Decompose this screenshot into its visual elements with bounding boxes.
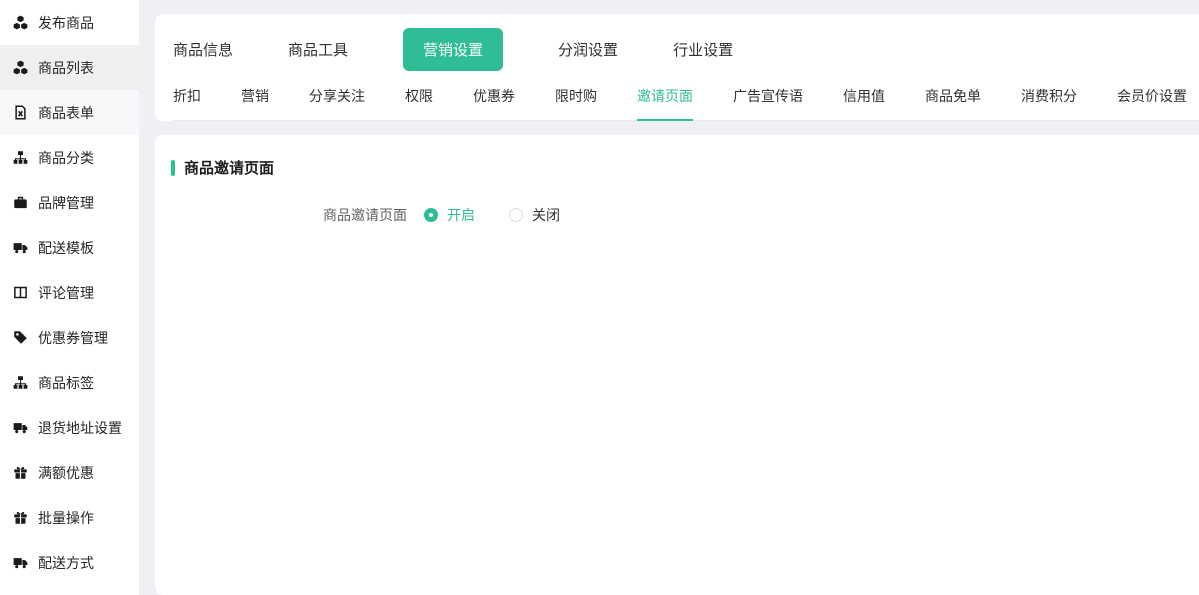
columns-icon bbox=[13, 285, 28, 300]
sidebar-item-label: 品牌管理 bbox=[38, 193, 94, 213]
file-excel-icon bbox=[13, 105, 28, 120]
primary-tab[interactable]: 商品信息 bbox=[173, 27, 233, 72]
secondary-tab[interactable]: 消费积分 bbox=[1021, 80, 1077, 121]
gift-icon bbox=[13, 510, 28, 525]
section-header: 商品邀请页面 bbox=[171, 157, 1199, 178]
main-area: 商品信息 商品工具 营销设置 分润设置 行业设置 折扣 营销 分享关注 权限 优… bbox=[155, 0, 1199, 595]
sidebar-item-label: 商品标签 bbox=[38, 373, 94, 393]
primary-tab[interactable]: 营销设置 bbox=[403, 28, 503, 71]
secondary-tab[interactable]: 邀请页面 bbox=[637, 80, 693, 121]
tabs-panel: 商品信息 商品工具 营销设置 分润设置 行业设置 折扣 营销 分享关注 权限 优… bbox=[155, 14, 1199, 121]
invite-page-form-row: 商品邀请页面 开启 关闭 bbox=[171, 205, 1199, 225]
truck-icon bbox=[13, 555, 28, 570]
secondary-tab[interactable]: 商品免单 bbox=[925, 80, 981, 121]
secondary-tab[interactable]: 权限 bbox=[405, 80, 433, 121]
sidebar-item-label: 配送模板 bbox=[38, 238, 94, 258]
section-title: 商品邀请页面 bbox=[184, 157, 274, 178]
secondary-tab[interactable]: 折扣 bbox=[173, 80, 201, 121]
sidebar-item[interactable]: 批量操作 bbox=[0, 495, 139, 540]
secondary-tab[interactable]: 限时购 bbox=[555, 80, 597, 121]
secondary-tab[interactable]: 优惠券 bbox=[473, 80, 515, 121]
sidebar-item[interactable]: 商品标签 bbox=[0, 360, 139, 405]
primary-tab[interactable]: 分润设置 bbox=[558, 27, 618, 72]
secondary-tab[interactable]: 会员价设置 bbox=[1117, 80, 1187, 121]
sidebar-item-label: 商品列表 bbox=[38, 58, 94, 78]
gift-icon bbox=[13, 465, 28, 480]
content-panel: 商品邀请页面 商品邀请页面 开启 关闭 bbox=[155, 135, 1199, 595]
primary-tab-bar: 商品信息 商品工具 营销设置 分润设置 行业设置 bbox=[173, 27, 1199, 72]
sidebar-item[interactable]: 商品分类 bbox=[0, 135, 139, 180]
sidebar-item[interactable]: 商品表单 bbox=[0, 90, 139, 135]
invite-page-form-label: 商品邀请页面 bbox=[171, 205, 407, 225]
secondary-tab[interactable]: 分享关注 bbox=[309, 80, 365, 121]
sidebar-item-label: 满额优惠 bbox=[38, 463, 94, 483]
primary-tab[interactable]: 行业设置 bbox=[673, 27, 733, 72]
sidebar-item[interactable]: 配送方式 bbox=[0, 540, 139, 585]
sidebar-item[interactable]: 配送模板 bbox=[0, 225, 139, 270]
radio-circle-icon bbox=[424, 208, 438, 222]
truck-icon bbox=[13, 420, 28, 435]
sidebar-item-label: 商品分类 bbox=[38, 148, 94, 168]
tag-icon bbox=[13, 330, 28, 345]
secondary-tab[interactable]: 广告宣传语 bbox=[733, 80, 803, 121]
sidebar-item[interactable]: 评论管理 bbox=[0, 270, 139, 315]
sitemap-icon bbox=[13, 150, 28, 165]
section-accent-bar bbox=[171, 160, 175, 176]
truck-icon bbox=[13, 240, 28, 255]
cubes-icon bbox=[13, 60, 28, 75]
briefcase-icon bbox=[13, 195, 28, 210]
sidebar-item-label: 配送方式 bbox=[38, 553, 94, 573]
radio-option-label: 关闭 bbox=[532, 205, 560, 225]
cubes-icon bbox=[13, 15, 28, 30]
sidebar-item-label: 退货地址设置 bbox=[38, 418, 122, 438]
sidebar-item[interactable]: 商品列表 bbox=[0, 45, 139, 90]
secondary-tab[interactable]: 信用值 bbox=[843, 80, 885, 121]
sidebar-item-label: 批量操作 bbox=[38, 508, 94, 528]
sidebar-item-label: 商品表单 bbox=[38, 103, 94, 123]
radio-circle-icon bbox=[509, 208, 523, 222]
secondary-tab-bar: 折扣 营销 分享关注 权限 优惠券 限时购 邀请页面 广告宣传语 信用值 商品免… bbox=[173, 80, 1199, 121]
sidebar-item[interactable]: 品牌管理 bbox=[0, 180, 139, 225]
sitemap-icon bbox=[13, 375, 28, 390]
radio-option-label: 开启 bbox=[447, 205, 475, 225]
sidebar-item-label: 优惠券管理 bbox=[38, 328, 108, 348]
radio-option[interactable]: 开启 bbox=[424, 205, 475, 225]
secondary-tab[interactable]: 营销 bbox=[241, 80, 269, 121]
sidebar-item[interactable]: 优惠券管理 bbox=[0, 315, 139, 360]
radio-option[interactable]: 关闭 bbox=[509, 205, 560, 225]
sidebar-item[interactable]: 发布商品 bbox=[0, 0, 139, 45]
sidebar-item[interactable]: 退货地址设置 bbox=[0, 405, 139, 450]
sidebar: 发布商品 商品列表 商品表单 商品分类 品牌管理 配送模板 评论管理 bbox=[0, 0, 139, 595]
invite-page-radio-group: 开启 关闭 bbox=[424, 205, 560, 225]
primary-tab[interactable]: 商品工具 bbox=[288, 27, 348, 72]
sidebar-item[interactable]: 满额优惠 bbox=[0, 450, 139, 495]
sidebar-item-label: 发布商品 bbox=[38, 13, 94, 33]
sidebar-item-label: 评论管理 bbox=[38, 283, 94, 303]
